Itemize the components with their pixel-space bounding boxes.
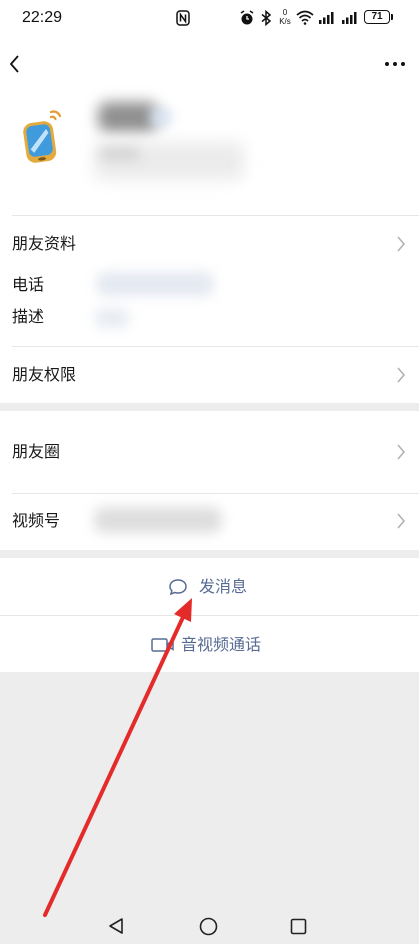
redacted-account-id — [100, 148, 140, 160]
channels-label: 视频号 — [12, 511, 61, 530]
chevron-right-icon — [397, 236, 406, 252]
alarm-icon — [240, 10, 254, 25]
channels-row[interactable]: 视频号 — [0, 494, 419, 550]
bluetooth-icon — [261, 10, 272, 26]
net-speed: 0 K/s — [277, 8, 293, 26]
contact-profile-screen: 22:29 0 K/s 71 朋友资料 电话 描述 朋友权限 朋友圈 视频号 发… — [0, 0, 419, 944]
chevron-right-icon — [397, 444, 406, 460]
battery-nub — [391, 14, 393, 20]
chat-bubble-icon — [169, 579, 187, 596]
redacted-nickname-extra — [150, 108, 172, 126]
top-panel — [0, 0, 419, 403]
redacted-nickname — [98, 102, 158, 132]
status-time: 22:29 — [22, 9, 63, 26]
tablet-wifi-avatar-icon[interactable] — [18, 106, 66, 168]
chevron-left-icon[interactable] — [8, 54, 22, 74]
av-call-button[interactable]: 音视频通话 — [0, 616, 419, 672]
redacted-description — [94, 308, 130, 328]
recents-square-icon[interactable] — [290, 918, 307, 935]
home-circle-icon[interactable] — [199, 917, 218, 936]
nfc-icon — [176, 10, 190, 26]
signal-icon — [319, 12, 334, 24]
av-call-label: 音视频通话 — [181, 635, 262, 654]
description-label: 描述 — [12, 307, 45, 326]
send-message-label: 发消息 — [199, 577, 248, 596]
moments-row[interactable]: 朋友圈 — [0, 411, 419, 493]
net-speed-value: 0 — [282, 8, 288, 17]
battery-icon: 71 — [364, 10, 390, 24]
friend-permissions-row[interactable]: 朋友权限 — [0, 347, 419, 403]
phone-label: 电话 — [12, 275, 45, 294]
chevron-right-icon — [397, 367, 406, 383]
redacted-phone-number[interactable] — [96, 272, 214, 296]
video-camera-icon — [151, 638, 174, 652]
signal-icon — [342, 12, 357, 24]
friend-permissions-label: 朋友权限 — [12, 365, 77, 384]
chevron-right-icon — [397, 513, 406, 529]
friend-profile-row[interactable]: 朋友资料 — [0, 216, 419, 272]
redacted-channel-name — [94, 507, 222, 533]
friend-profile-label: 朋友资料 — [12, 234, 77, 253]
send-message-button[interactable]: 发消息 — [0, 558, 419, 615]
wifi-icon — [296, 10, 314, 25]
moments-label: 朋友圈 — [12, 442, 61, 461]
back-triangle-icon[interactable] — [108, 917, 124, 935]
net-speed-unit: K/s — [279, 17, 291, 26]
